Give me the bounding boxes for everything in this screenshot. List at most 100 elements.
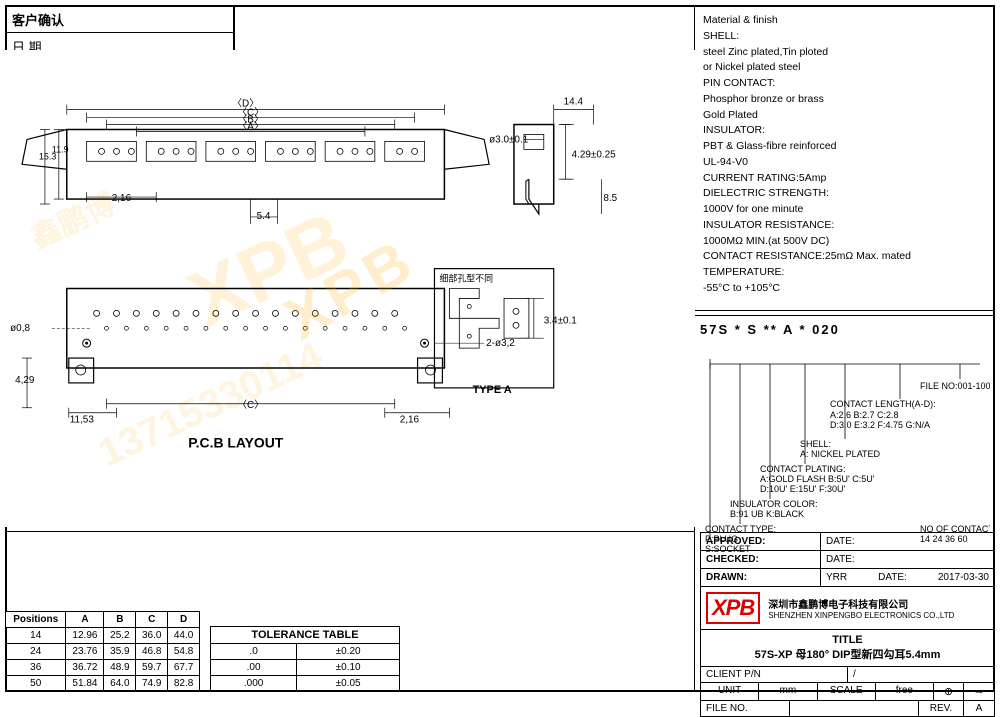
svg-text:细部孔型不同: 细部孔型不同 <box>439 273 493 284</box>
spec-ul: UL-94-V0 <box>703 155 987 171</box>
bottom-right-block: APPROVED: DATE: CHECKED: DATE: DRAWN: YR… <box>700 532 995 692</box>
company-logo-row: XPB 深圳市鑫鹏博电子科技有限公司 SHENZHEN XINPENGBO EL… <box>706 592 989 624</box>
svg-text:13715330114: 13715330114 <box>92 334 329 476</box>
spec-temp-val: -55°C to +105°C <box>703 281 987 297</box>
file-no-value <box>790 701 919 716</box>
svg-text:B:91 UB K:BLACK: B:91 UB K:BLACK <box>730 509 804 519</box>
spec-panel: Material & finish SHELL: steel Zinc plat… <box>695 5 995 305</box>
pn-decode-section: 57S * S ** A * 020 FILE NO:001-1000 CONT… <box>695 315 995 555</box>
svg-text:14.4: 14.4 <box>564 97 584 108</box>
svg-text:A:2.6 B:2.7 C:2.8: A:2.6 B:2.7 C:2.8 <box>830 410 899 420</box>
svg-text:15.3: 15.3 <box>39 151 56 161</box>
drawn-label: DRAWN: <box>701 569 821 586</box>
spec-dielectric-val: 1000V for one minute <box>703 202 987 218</box>
scale-value: free <box>876 683 934 700</box>
drawn-value: YRR <box>826 572 847 583</box>
approved-label: APPROVED: <box>701 533 821 550</box>
xpb-logo: XPB <box>706 592 760 624</box>
file-no-row: FILE NO. REV. A <box>700 701 995 717</box>
rev-label: REV. <box>919 701 964 716</box>
svg-text:A:GOLD FLASH B:5U' C:5U': A:GOLD FLASH B:5U' C:5U' <box>760 474 875 484</box>
svg-text:〈C〉: 〈C〉 <box>237 399 264 411</box>
svg-text:2,16: 2,16 <box>400 415 420 426</box>
tolerance-row: .000 ±0.05 <box>211 676 400 692</box>
unit-scale-row: UNIT mm SCALE free ⊕ → <box>700 683 995 701</box>
svg-text:P.C.B LAYOUT: P.C.B LAYOUT <box>188 435 284 451</box>
svg-text:INSULATOR COLOR:: INSULATOR COLOR: <box>730 499 818 509</box>
drawn-value-row: YRR DATE: 2017-03-30 <box>821 569 994 586</box>
svg-text:CONTACT LENGTH(A-D):: CONTACT LENGTH(A-D): <box>830 399 936 409</box>
scale-label: SCALE <box>818 683 876 700</box>
table-row: 36 36.72 48.9 59.7 67.7 <box>6 660 200 676</box>
spec-dielectric-label: DIELECTRIC STRENGTH: <box>703 186 987 202</box>
svg-text:8.5: 8.5 <box>603 193 617 204</box>
table-row: 24 23.76 35.9 46.8 54.8 <box>6 644 200 660</box>
date3-value: 2017-03-30 <box>938 572 989 583</box>
svg-text:2-ø3,2: 2-ø3,2 <box>486 338 515 349</box>
part-number-code: 57S * S ** A * 020 <box>700 321 990 339</box>
svg-text:ø0,8: ø0,8 <box>10 323 30 334</box>
file-no-label: FILE NO. <box>701 701 790 716</box>
client-pn-label: CLIENT P/N <box>701 667 848 682</box>
client-pn-value: / <box>848 667 994 682</box>
positions-table: Positions A B C D 14 12.96 25.2 36.0 44.… <box>5 611 200 692</box>
title-label: TITLE <box>707 634 988 646</box>
table-row: 14 12.96 25.2 36.0 44.0 <box>6 628 200 644</box>
title-text: TITLE 57S-XP 母180° DIP型新四勾耳5.4mm <box>700 630 995 667</box>
svg-text:CONTACT PLATING:: CONTACT PLATING: <box>760 464 846 474</box>
col-c: C <box>136 612 168 628</box>
col-b: B <box>104 612 136 628</box>
col-a: A <box>66 612 104 628</box>
approved-row: APPROVED: DATE: <box>701 533 994 551</box>
arrow-icon-1: ⊕ <box>934 683 964 700</box>
tolerance-title: TOLERANCE TABLE <box>210 626 400 643</box>
checked-label: CHECKED: <box>701 551 821 568</box>
spec-title: Material & finish <box>703 13 987 29</box>
spec-resistance-val: 1000MΩ MIN.(at 500V DC) <box>703 234 987 250</box>
approval-block: APPROVED: DATE: CHECKED: DATE: DRAWN: YR… <box>700 532 995 587</box>
tolerance-table: TOLERANCE TABLE .0 ±0.20 .00 ±0.10 .000 … <box>210 626 400 692</box>
company-header: XPB 深圳市鑫鹏博电子科技有限公司 SHENZHEN XINPENGBO EL… <box>700 587 995 630</box>
col-d: D <box>168 612 200 628</box>
svg-text:鑫鹏博: 鑫鹏博 <box>26 186 122 255</box>
spec-temp-label: TEMPERATURE: <box>703 265 987 281</box>
date-checked-label: DATE: <box>821 551 994 568</box>
customer-confirm-header: 客户确认 <box>7 7 233 33</box>
svg-text:4,29: 4,29 <box>15 375 35 386</box>
unit-label: UNIT <box>701 683 759 700</box>
spec-shell-label: SHELL: <box>703 29 987 45</box>
date3-label: DATE: <box>878 572 907 583</box>
spec-insulator-label: INSULATOR: <box>703 123 987 139</box>
svg-text:FILE NO:001-1000: FILE NO:001-1000 <box>920 381 990 391</box>
arrow-icon-2: → <box>964 683 994 700</box>
company-cn: 深圳市鑫鹏博电子科技有限公司 <box>768 596 954 611</box>
spec-pin-label: PIN CONTACT: <box>703 76 987 92</box>
spec-current: CURRENT RATING:5Amp <box>703 171 987 187</box>
svg-text:TYPE A: TYPE A <box>473 384 512 396</box>
svg-text:4.29±0.25: 4.29±0.25 <box>572 149 617 160</box>
date-approved-label: DATE: <box>821 533 994 550</box>
drawing-area: XPB XPB 13715330114 鑫鹏博 <box>5 50 695 527</box>
spec-contact: CONTACT RESISTANCE:25mΩ Max. mated <box>703 249 987 265</box>
spec-pin-val2: Gold Plated <box>703 108 987 124</box>
svg-text:ø3.0±0.1: ø3.0±0.1 <box>489 134 529 145</box>
svg-text:2,16: 2,16 <box>112 193 132 204</box>
checked-row: CHECKED: DATE: <box>701 551 994 569</box>
svg-text:A: NICKEL PLATED: A: NICKEL PLATED <box>800 449 881 459</box>
horiz-divider-bottom <box>5 531 695 532</box>
title-value: 57S-XP 母180° DIP型新四勾耳5.4mm <box>707 646 988 662</box>
rev-value: A <box>964 701 994 716</box>
svg-text:5.4: 5.4 <box>257 211 271 222</box>
table-row: 50 51.84 64.0 74.9 82.8 <box>6 676 200 692</box>
spec-resistance-label: INSULATOR RESISTANCE: <box>703 218 987 234</box>
spec-shell-val1: steel Zinc plated,Tin ploted <box>703 45 987 61</box>
spec-pin-val1: Phosphor bronze or brass <box>703 92 987 108</box>
spec-shell-val2: or Nickel plated steel <box>703 60 987 76</box>
col-positions: Positions <box>6 612 66 628</box>
spec-insulator-val: PBT & Glass-fibre reinforced <box>703 139 987 155</box>
svg-text:11,53: 11,53 <box>70 415 95 426</box>
drawn-row: DRAWN: YRR DATE: 2017-03-30 <box>701 569 994 586</box>
company-en: SHENZHEN XINPENGBO ELECTRONICS CO.,LTD <box>768 611 954 620</box>
svg-text:D:10U' E:15U' F:30U': D:10U' E:15U' F:30U' <box>760 484 845 494</box>
svg-text:〈A〉: 〈A〉 <box>237 121 263 133</box>
